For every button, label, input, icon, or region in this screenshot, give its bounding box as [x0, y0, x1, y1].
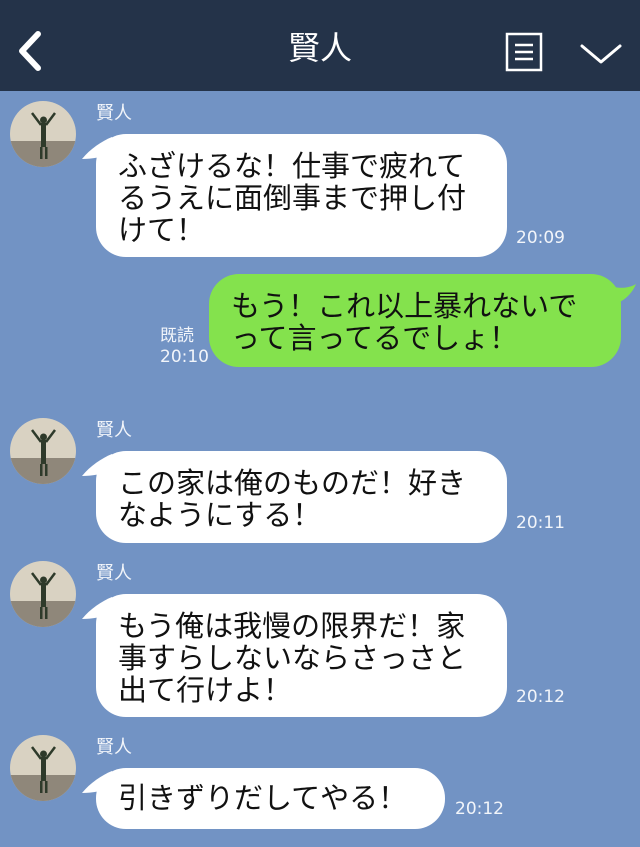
message-text-line: もう俺は我慢の限界だ！家 [118, 609, 466, 643]
avatar-photo [10, 561, 76, 627]
chat-title: 賢人 [287, 29, 352, 67]
avatar[interactable] [10, 561, 76, 627]
chat-header: 賢人 [0, 0, 640, 91]
message-time: 20:09 [516, 228, 565, 248]
message-time: 20:12 [455, 799, 504, 819]
sender-name: 賢人 [96, 420, 132, 441]
message-time: 20:12 [516, 687, 565, 707]
collapse-button[interactable] [578, 40, 624, 68]
message-text-line: この家は俺のものだ！好き [118, 466, 467, 500]
read-label: 既読 [160, 326, 194, 346]
message-text-line: るうえに面倒事まで押し付 [118, 181, 467, 215]
avatar[interactable] [10, 101, 76, 167]
message-time: 20:10 [160, 347, 209, 367]
sender-name: 賢人 [96, 737, 132, 758]
avatar-photo [10, 418, 76, 484]
message-time: 20:11 [516, 513, 565, 533]
notes-icon [505, 32, 543, 72]
notes-button[interactable] [505, 32, 543, 72]
chevron-left-icon [19, 31, 41, 71]
avatar[interactable] [10, 418, 76, 484]
message-text-line: って言ってるでしょ！ [231, 321, 519, 355]
message-text-line: 出て行けよ！ [118, 673, 293, 707]
sender-name: 賢人 [96, 103, 132, 124]
message-text-line: なようにする！ [118, 498, 322, 532]
message-text-line: 事すらしないならさっさと [118, 641, 467, 675]
sender-name: 賢人 [96, 563, 132, 584]
read-receipt: 既読 20:10 [160, 326, 209, 368]
message-text-line: もう！これ以上暴れないで [231, 289, 578, 323]
chevron-down-icon [580, 44, 622, 64]
avatar[interactable] [10, 735, 76, 801]
message-bubble[interactable]: この家は俺のものだ！好き なようにする！ [96, 451, 507, 543]
message-text-line: けて！ [118, 213, 206, 247]
message-bubble[interactable]: もう！これ以上暴れないで って言ってるでしょ！ [209, 274, 621, 367]
message-bubble[interactable]: ふざけるな！仕事で疲れて るうえに面倒事まで押し付 けて！ [96, 134, 507, 257]
message-bubble[interactable]: もう俺は我慢の限界だ！家 事すらしないならさっさと 出て行けよ！ [96, 594, 507, 717]
message-text-line: ふざけるな！仕事で疲れて [118, 149, 466, 183]
avatar-photo [10, 101, 76, 167]
avatar-photo [10, 735, 76, 801]
message-bubble[interactable]: 引きずりだしてやる！ [96, 768, 445, 829]
back-button[interactable] [10, 26, 50, 76]
message-text-line: 引きずりだしてやる！ [118, 781, 408, 815]
